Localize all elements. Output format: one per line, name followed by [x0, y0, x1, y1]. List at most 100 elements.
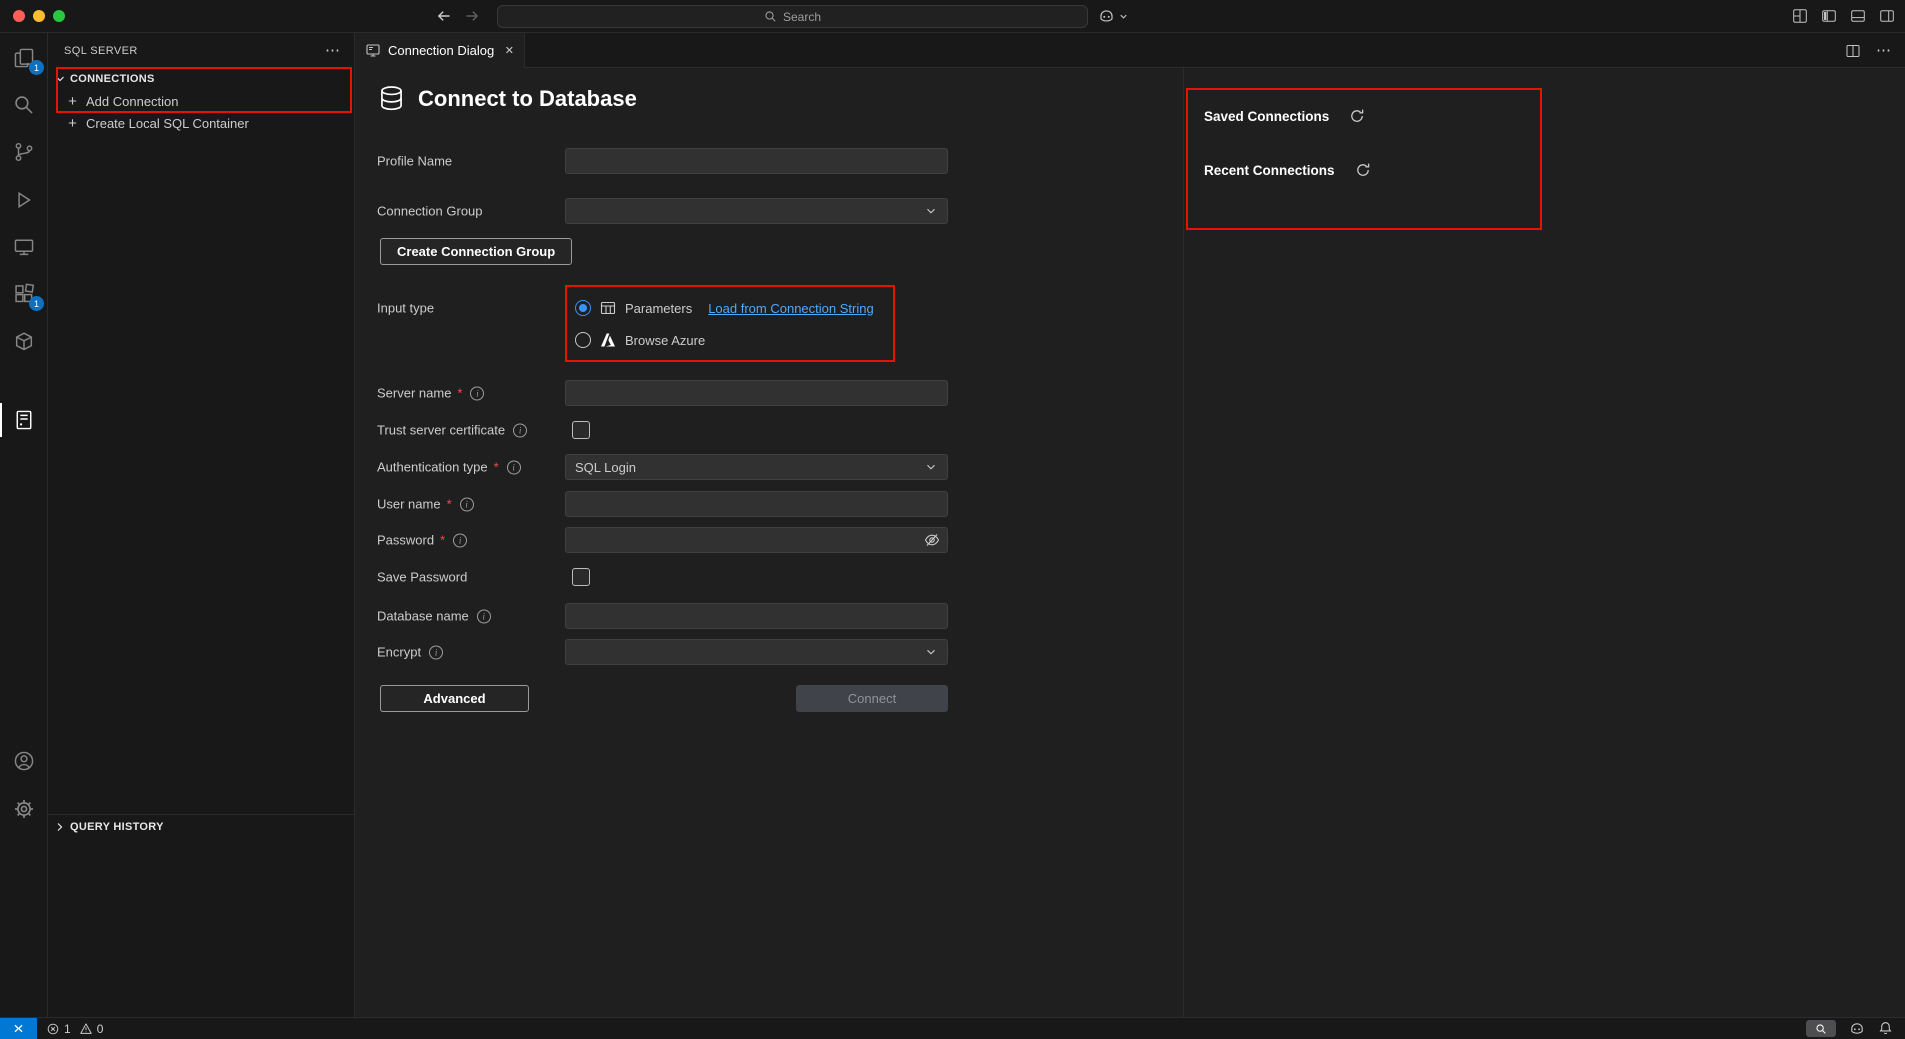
- run-debug-icon[interactable]: [0, 180, 48, 220]
- status-bar-right: [1806, 1018, 1905, 1039]
- encrypt-select[interactable]: [565, 639, 948, 665]
- password-label: Password: [377, 533, 434, 548]
- traffic-lights: [13, 10, 65, 22]
- chevron-right-icon: [52, 819, 68, 835]
- extensions-badge: 1: [29, 296, 44, 311]
- info-icon: i: [513, 423, 527, 437]
- customize-layout-icon[interactable]: [1792, 8, 1808, 24]
- settings-gear-icon[interactable]: [0, 789, 48, 829]
- create-local-sql-container-item[interactable]: + Create Local SQL Container: [48, 112, 354, 134]
- copilot-menu-button[interactable]: [1098, 5, 1129, 28]
- profile-name-row: Profile Name: [355, 148, 1183, 174]
- database-icon: [378, 84, 405, 113]
- load-from-connection-string-link[interactable]: Load from Connection String: [708, 301, 873, 316]
- extensions-icon[interactable]: 1: [0, 274, 48, 314]
- saved-connections-title: Saved Connections: [1204, 109, 1329, 124]
- browse-azure-label: Browse Azure: [625, 333, 705, 348]
- user-name-input[interactable]: [565, 491, 948, 517]
- remote-explorer-icon[interactable]: [0, 227, 48, 267]
- eye-off-icon[interactable]: [924, 532, 940, 548]
- tab-connection-dialog[interactable]: Connection Dialog ✕: [355, 33, 525, 68]
- tab-close-icon[interactable]: ✕: [505, 44, 514, 57]
- add-connection-item[interactable]: + Add Connection: [48, 90, 354, 112]
- layout-controls: [1792, 0, 1895, 32]
- encrypt-row: Encrypt i: [355, 639, 1183, 665]
- connection-dialog-content: Connect to Database Profile Name Connect…: [355, 68, 1905, 1017]
- database-name-input[interactable]: [565, 603, 948, 629]
- connections-section-header[interactable]: CONNECTIONS: [48, 68, 354, 90]
- profile-name-label: Profile Name: [377, 154, 452, 169]
- editor-more-actions-icon[interactable]: ⋯: [1876, 43, 1891, 58]
- info-icon: i: [460, 497, 474, 511]
- query-history-section-header[interactable]: QUERY HISTORY: [48, 814, 354, 838]
- input-type-label: Input type: [377, 301, 434, 316]
- password-input[interactable]: [565, 527, 948, 553]
- add-connection-label: Add Connection: [86, 94, 179, 109]
- problems-button[interactable]: 1 0: [37, 1018, 112, 1039]
- database-name-label: Database name: [377, 609, 469, 624]
- split-editor-icon[interactable]: [1845, 43, 1861, 59]
- form-buttons-row: Advanced Connect: [355, 685, 1183, 712]
- error-icon: [46, 1022, 60, 1036]
- editor-area: Connection Dialog ✕ ⋯ Connect to Databas…: [355, 33, 1905, 1017]
- create-connection-group-button[interactable]: Create Connection Group: [380, 238, 572, 265]
- package-icon[interactable]: [0, 322, 48, 362]
- zoom-indicator-button[interactable]: [1806, 1020, 1836, 1037]
- profile-name-input[interactable]: [565, 148, 948, 174]
- authentication-type-value: SQL Login: [575, 460, 636, 475]
- trust-server-certificate-row: Trust server certificate i: [355, 421, 1183, 439]
- warning-icon: [79, 1022, 93, 1036]
- connections-side-panel: Saved Connections Recent Connections: [1183, 68, 1905, 1017]
- explorer-activity-button[interactable]: 1: [0, 38, 48, 78]
- toggle-primary-sidebar-icon[interactable]: [1821, 8, 1837, 24]
- search-placeholder: Search: [783, 10, 821, 24]
- recent-connections-title: Recent Connections: [1204, 163, 1335, 178]
- required-asterisk: *: [447, 497, 452, 512]
- info-icon: i: [507, 460, 521, 474]
- query-history-label: QUERY HISTORY: [70, 821, 164, 833]
- database-name-row: Database name i: [355, 603, 1183, 629]
- search-activity-button[interactable]: [0, 85, 48, 125]
- sidebar-sql-server: SQL SERVER ⋯ CONNECTIONS + Add Connectio…: [48, 33, 355, 1017]
- sidebar-title: SQL SERVER: [64, 45, 325, 57]
- search-icon: [764, 10, 777, 23]
- bell-icon[interactable]: [1878, 1021, 1893, 1036]
- warning-count: 0: [97, 1022, 104, 1036]
- toggle-panel-icon[interactable]: [1850, 8, 1866, 24]
- trust-server-certificate-label: Trust server certificate: [377, 423, 505, 438]
- saved-connections-header: Saved Connections: [1204, 108, 1365, 124]
- connect-button[interactable]: Connect: [796, 685, 948, 712]
- server-name-input[interactable]: [565, 380, 948, 406]
- refresh-icon[interactable]: [1349, 108, 1365, 124]
- go-back-icon[interactable]: [436, 8, 452, 24]
- info-icon: i: [453, 533, 467, 547]
- window-zoom-button[interactable]: [53, 10, 65, 22]
- browse-azure-radio[interactable]: [575, 332, 591, 348]
- toggle-secondary-sidebar-icon[interactable]: [1879, 8, 1895, 24]
- window-close-button[interactable]: [13, 10, 25, 22]
- sql-server-activity-button[interactable]: [0, 400, 48, 440]
- save-password-checkbox[interactable]: [572, 568, 590, 586]
- chevron-down-icon: [924, 645, 938, 659]
- search-input[interactable]: Search: [497, 5, 1088, 28]
- connection-group-select[interactable]: [565, 198, 948, 224]
- parameters-radio[interactable]: [575, 300, 591, 316]
- authentication-type-select[interactable]: SQL Login: [565, 454, 948, 480]
- chevron-down-icon: [1118, 11, 1129, 22]
- sidebar-more-actions-icon[interactable]: ⋯: [325, 43, 340, 58]
- copilot-status-icon[interactable]: [1849, 1021, 1865, 1037]
- advanced-button[interactable]: Advanced: [380, 685, 529, 712]
- remote-indicator-button[interactable]: [0, 1018, 37, 1039]
- authentication-type-row: Authentication type * i SQL Login: [355, 454, 1183, 480]
- refresh-icon[interactable]: [1355, 162, 1371, 178]
- titlebar: Search: [0, 0, 1905, 33]
- error-count: 1: [64, 1022, 71, 1036]
- page-title: Connect to Database: [418, 86, 637, 112]
- recent-connections-header: Recent Connections: [1204, 162, 1371, 178]
- trust-server-certificate-checkbox[interactable]: [572, 421, 590, 439]
- info-icon: i: [477, 609, 491, 623]
- go-forward-icon[interactable]: [464, 8, 480, 24]
- window-minimize-button[interactable]: [33, 10, 45, 22]
- source-control-icon[interactable]: [0, 132, 48, 172]
- accounts-icon[interactable]: [0, 741, 48, 781]
